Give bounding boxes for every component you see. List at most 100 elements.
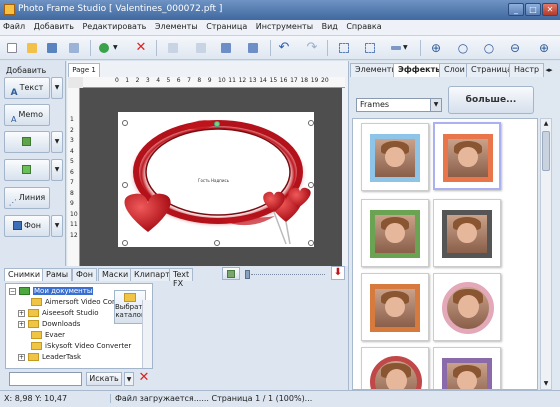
search-input[interactable] — [9, 372, 82, 386]
menu-elements[interactable]: Элементы — [152, 20, 201, 33]
add-line-button[interactable]: ⋰Линия — [4, 187, 50, 209]
tree-item[interactable]: Evaer — [28, 330, 65, 340]
tree-root[interactable]: − Мои документы — [9, 286, 94, 296]
add-shape-button[interactable] — [4, 159, 50, 181]
zoom-in-icon[interactable]: ⊕ — [428, 40, 444, 56]
expand-icon[interactable]: + — [18, 320, 25, 328]
resize-handle[interactable] — [214, 240, 220, 246]
resize-handle[interactable] — [308, 120, 314, 126]
tab-masks[interactable]: Маски — [98, 268, 133, 281]
bring-front-icon[interactable] — [193, 40, 209, 56]
frame-thumb-purple[interactable] — [433, 347, 501, 389]
image-icon — [21, 137, 31, 146]
gallery-scrollbar[interactable]: ▲ ▼ — [540, 118, 552, 390]
valentine-frame[interactable]: Гость Надпись — [118, 112, 314, 247]
zoom-custom-icon[interactable]: ⊕ — [536, 40, 552, 56]
add-background-button[interactable]: Фон — [4, 215, 50, 237]
more-button[interactable]: больше... — [448, 86, 534, 114]
ruler-tick-label: 3 — [70, 137, 74, 144]
close-button[interactable]: ✕ — [542, 3, 558, 16]
align-dropdown-icon[interactable]: ▼ — [403, 40, 411, 56]
tab-frames[interactable]: Рамы — [42, 268, 73, 281]
frame-thumb-gray[interactable] — [433, 199, 501, 267]
menu-help[interactable]: Справка — [343, 20, 384, 33]
add-dropdown-icon[interactable]: ▼ — [113, 40, 121, 56]
scrollbar-thumb[interactable] — [542, 131, 550, 171]
frame-thumb-rust[interactable] — [361, 273, 429, 341]
open-file-button[interactable] — [24, 40, 40, 56]
search-button[interactable]: Искать — [86, 372, 122, 386]
fit-width-icon[interactable] — [362, 40, 378, 56]
refresh-button[interactable] — [222, 267, 240, 280]
add-icon[interactable] — [96, 40, 112, 56]
add-memo-button[interactable]: AMemo — [4, 104, 50, 126]
scroll-up-icon[interactable]: ▲ — [542, 120, 550, 128]
effect-category-select[interactable]: Frames ▼ — [356, 98, 442, 112]
zoom-fit-icon[interactable]: ○ — [481, 40, 497, 56]
redo-icon[interactable]: ↷ — [304, 40, 320, 56]
resize-handle[interactable] — [308, 240, 314, 246]
rotate-handle[interactable] — [214, 121, 220, 127]
tab-settings[interactable]: Настр — [509, 63, 545, 77]
zoom-icon[interactable]: ○ — [455, 40, 471, 56]
collapse-icon[interactable]: − — [9, 287, 16, 295]
bring-forward-icon[interactable] — [165, 40, 181, 56]
search-dropdown-icon[interactable]: ▼ — [124, 372, 134, 386]
tab-scroll-arrows[interactable]: ◂▸ — [540, 63, 558, 77]
zoom-out-icon[interactable]: ⊖ — [507, 40, 523, 56]
add-text-button[interactable]: AТекст — [4, 77, 50, 99]
menu-add[interactable]: Добавить — [31, 20, 77, 33]
menu-file[interactable]: Файл — [0, 20, 28, 33]
maximize-button[interactable]: □ — [525, 3, 541, 16]
send-backward-icon[interactable] — [245, 40, 261, 56]
undo-icon[interactable]: ↶ — [276, 40, 292, 56]
tab-textfx[interactable]: Text FX — [169, 268, 194, 288]
tree-item[interactable]: iSkysoft Video Converter — [28, 341, 131, 351]
resize-handle[interactable] — [122, 240, 128, 246]
menu-view[interactable]: Вид — [319, 20, 341, 33]
copy-button[interactable] — [66, 40, 82, 56]
clear-search-icon[interactable]: ✕ — [137, 371, 151, 386]
menu-edit[interactable]: Редактировать — [79, 20, 149, 33]
frame-thumb-blue[interactable] — [361, 123, 429, 191]
save-button[interactable] — [44, 40, 60, 56]
ruler-tick-label: 15 — [269, 77, 278, 84]
delete-icon[interactable]: ✕ — [133, 40, 149, 56]
add-image-button[interactable] — [4, 131, 50, 153]
tree-scrollbar[interactable] — [142, 300, 152, 368]
add-background-dropdown[interactable]: ▼ — [51, 215, 63, 237]
tree-item[interactable]: + Aiseesoft Studio — [18, 308, 99, 318]
new-file-button[interactable] — [4, 40, 20, 56]
tree-item[interactable]: Aimersoft Video Conv — [28, 297, 121, 307]
tab-photos[interactable]: Снимки — [4, 268, 45, 281]
tree-item[interactable]: + Downloads — [18, 319, 80, 329]
folder-tree: − Мои документы Aimersoft Video Conv + Ais… — [5, 283, 153, 369]
tree-item[interactable]: + LeaderTask — [18, 352, 81, 362]
scroll-down-icon[interactable]: ▼ — [542, 380, 550, 388]
frame-thumb-green[interactable] — [361, 199, 429, 267]
align-icon[interactable] — [388, 40, 404, 56]
add-text-dropdown[interactable]: ▼ — [51, 77, 63, 99]
frame-thumb-orange[interactable] — [433, 122, 501, 190]
import-arrow-icon[interactable]: ⬇ — [331, 266, 345, 280]
tab-clipart[interactable]: Клипарт — [130, 268, 174, 281]
frame-thumb-round-pink[interactable] — [433, 273, 501, 341]
add-image-dropdown[interactable]: ▼ — [51, 131, 63, 153]
frame-thumb-round-red[interactable] — [361, 347, 429, 389]
resize-handle[interactable] — [122, 120, 128, 126]
menu-tools[interactable]: Инструменты — [253, 20, 316, 33]
send-back-icon[interactable] — [218, 40, 234, 56]
tab-background[interactable]: Фон — [72, 268, 98, 281]
menu-page[interactable]: Страница — [203, 20, 250, 33]
add-shape-dropdown[interactable]: ▼ — [51, 159, 63, 181]
frame-caption[interactable]: Гость Надпись — [198, 178, 229, 183]
minimize-button[interactable]: _ — [508, 3, 524, 16]
fit-page-icon[interactable] — [336, 40, 352, 56]
resize-handle[interactable] — [308, 182, 314, 188]
slider-thumb[interactable] — [245, 270, 250, 279]
resize-handle[interactable] — [122, 182, 128, 188]
thumbnail-size-slider[interactable] — [245, 268, 325, 280]
expand-icon[interactable]: + — [18, 309, 25, 317]
expand-icon[interactable]: + — [18, 353, 25, 361]
tab-page-1[interactable]: Page 1 — [68, 63, 100, 77]
